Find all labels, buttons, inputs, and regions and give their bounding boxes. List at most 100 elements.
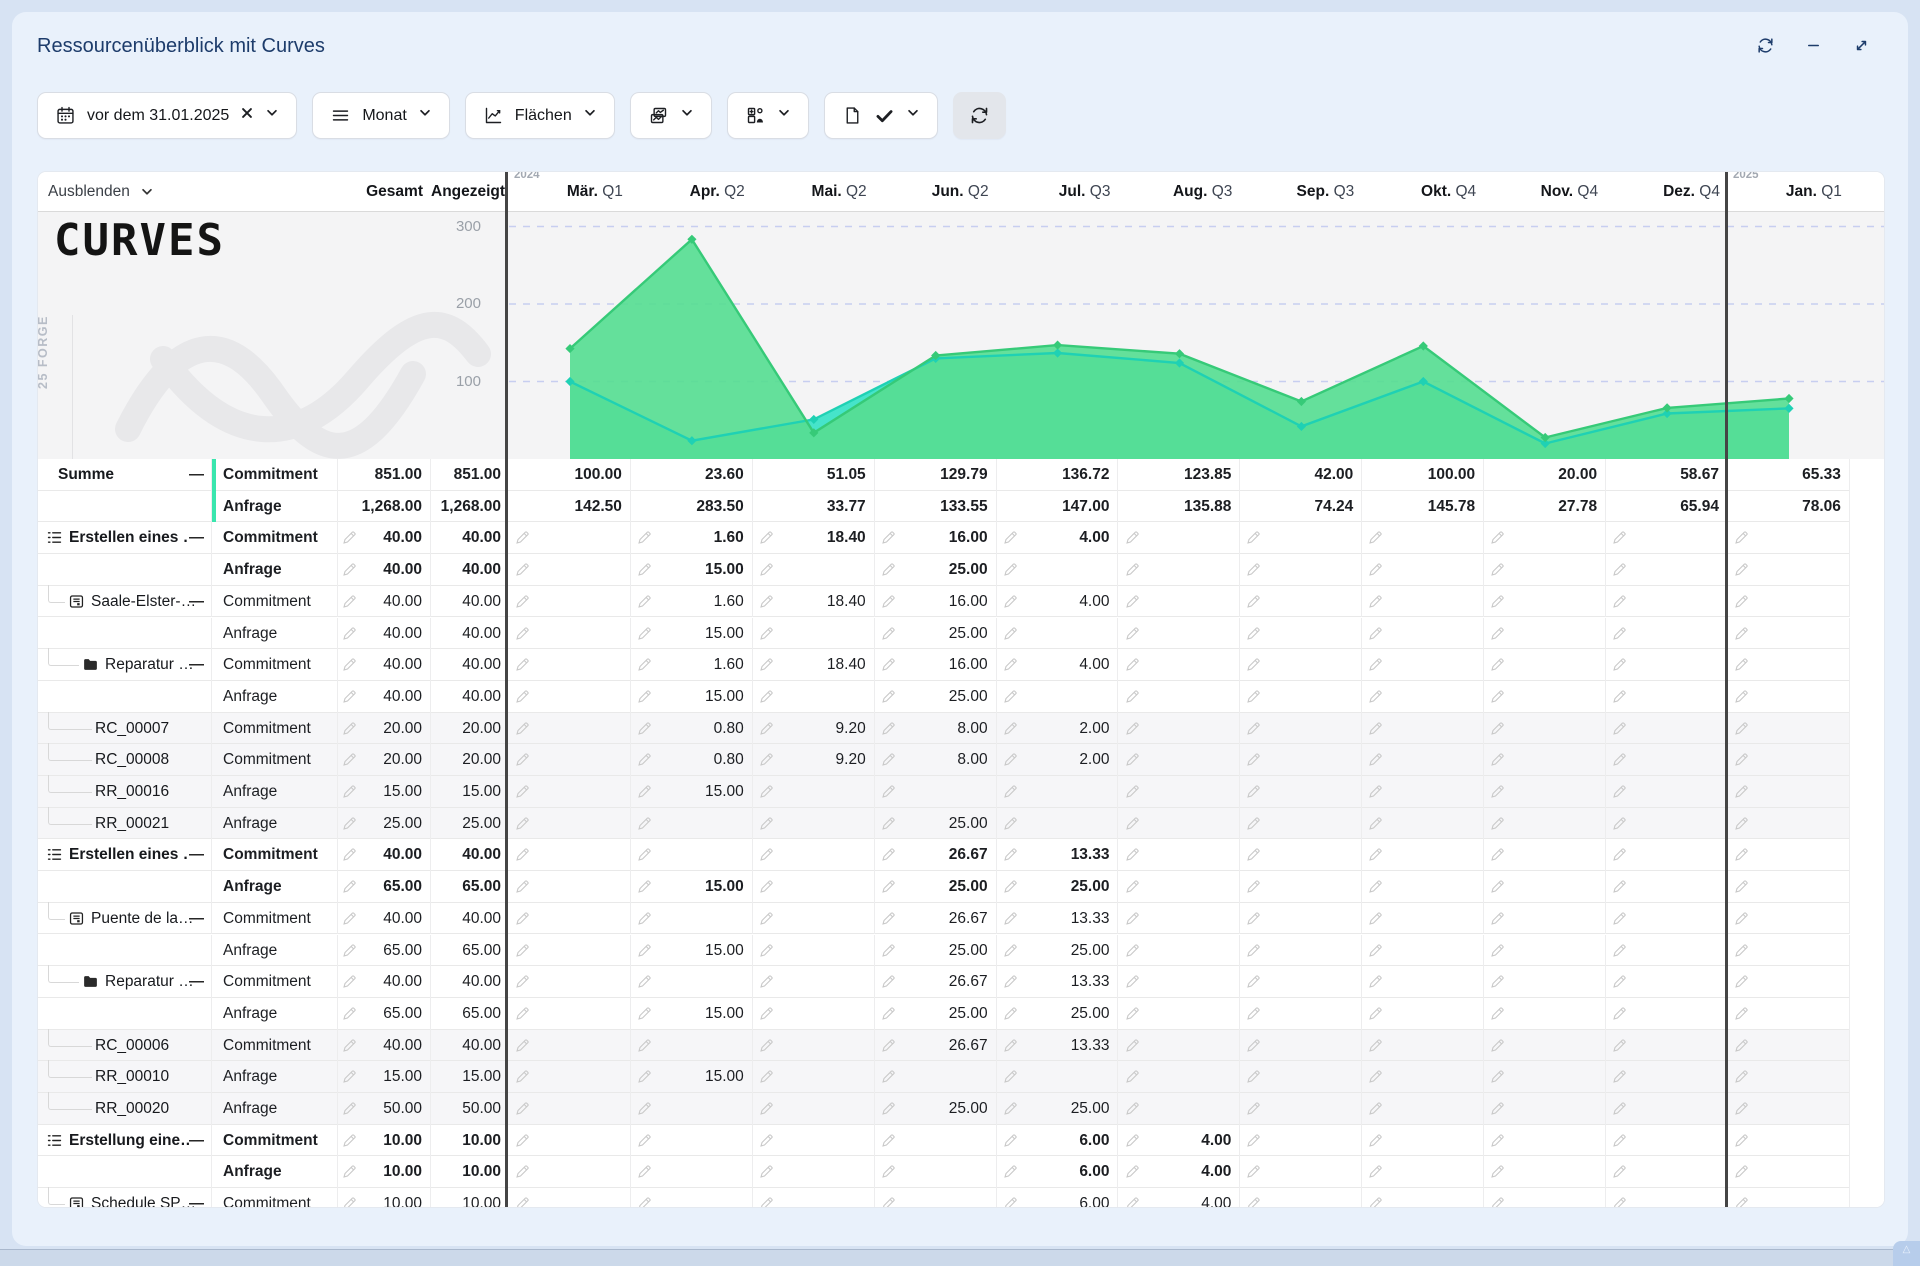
month-value-cell[interactable] — [753, 1093, 875, 1125]
edit-pencil-icon[interactable] — [880, 1068, 897, 1085]
month-value-cell[interactable]: 25.00 — [875, 998, 997, 1030]
month-value-cell[interactable] — [509, 1125, 631, 1157]
edit-pencil-icon[interactable] — [758, 878, 775, 895]
month-value-cell[interactable]: 25.00 — [875, 935, 997, 967]
month-value-cell[interactable] — [1606, 776, 1728, 808]
month-value-cell[interactable] — [509, 618, 631, 650]
gesamt-cell[interactable]: 50.00 — [338, 1093, 431, 1125]
edit-pencil-icon[interactable] — [758, 910, 775, 927]
edit-pencil-icon[interactable] — [1124, 1195, 1141, 1208]
month-value-cell[interactable] — [1362, 554, 1484, 586]
edit-pencil-icon[interactable] — [1124, 1163, 1141, 1180]
edit-pencil-icon[interactable] — [1367, 1132, 1384, 1149]
month-value-cell[interactable]: 18.40 — [753, 522, 875, 554]
month-value-cell[interactable] — [1728, 839, 1850, 871]
row-name-cell[interactable]: Erstellen eines …— — [38, 522, 212, 554]
month-value-cell[interactable] — [1484, 1188, 1606, 1208]
month-value-cell[interactable] — [1240, 966, 1362, 998]
edit-pencil-icon[interactable] — [880, 1005, 897, 1022]
gesamt-cell[interactable]: 10.00 — [338, 1156, 431, 1188]
edit-pencil-icon[interactable] — [1611, 1100, 1628, 1117]
edit-pencil-icon[interactable] — [1489, 1005, 1506, 1022]
month-value-cell[interactable]: 16.00 — [875, 649, 997, 681]
month-value-cell[interactable] — [875, 1125, 997, 1157]
edit-pencil-icon[interactable] — [1124, 625, 1141, 642]
chart-options-dropdown[interactable] — [630, 92, 712, 139]
edit-pencil-icon[interactable] — [341, 815, 358, 832]
edit-pencil-icon[interactable] — [1611, 910, 1628, 927]
edit-pencil-icon[interactable] — [514, 1132, 531, 1149]
month-value-cell[interactable] — [1119, 586, 1241, 618]
collapse-icon[interactable]: — — [189, 1125, 204, 1157]
edit-pencil-icon[interactable] — [1489, 1068, 1506, 1085]
edit-pencil-icon[interactable] — [636, 625, 653, 642]
edit-pencil-icon[interactable] — [1733, 783, 1750, 800]
edit-pencil-icon[interactable] — [1124, 815, 1141, 832]
edit-pencil-icon[interactable] — [514, 942, 531, 959]
edit-pencil-icon[interactable] — [514, 815, 531, 832]
month-value-cell[interactable]: 16.00 — [875, 522, 997, 554]
month-value-cell[interactable]: 4.00 — [997, 649, 1119, 681]
edit-pencil-icon[interactable] — [514, 878, 531, 895]
gesamt-cell[interactable]: 20.00 — [338, 744, 431, 776]
month-value-cell[interactable] — [1606, 586, 1728, 618]
gesamt-cell[interactable]: 10.00 — [338, 1125, 431, 1157]
edit-pencil-icon[interactable] — [1611, 1163, 1628, 1180]
month-value-cell[interactable] — [509, 998, 631, 1030]
month-value-cell[interactable] — [1119, 903, 1241, 935]
month-value-cell[interactable] — [1362, 966, 1484, 998]
edit-pencil-icon[interactable] — [636, 910, 653, 927]
edit-pencil-icon[interactable] — [514, 973, 531, 990]
month-value-cell[interactable]: 9.20 — [753, 744, 875, 776]
month-value-cell[interactable] — [1119, 1093, 1241, 1125]
collapse-icon[interactable]: — — [189, 522, 204, 554]
interval-dropdown[interactable]: Monat — [312, 92, 449, 139]
month-value-cell[interactable] — [1484, 744, 1606, 776]
month-value-cell[interactable] — [1606, 839, 1728, 871]
expand-icon[interactable] — [1848, 32, 1874, 58]
edit-pencil-icon[interactable] — [880, 625, 897, 642]
edit-pencil-icon[interactable] — [1245, 529, 1262, 546]
edit-pencil-icon[interactable] — [758, 973, 775, 990]
row-name-cell[interactable]: Erstellen eines …— — [38, 839, 212, 871]
edit-pencil-icon[interactable] — [341, 1100, 358, 1117]
edit-pencil-icon[interactable] — [758, 1037, 775, 1054]
display-mode-dropdown[interactable]: Flächen — [465, 92, 615, 139]
edit-pencil-icon[interactable] — [1367, 529, 1384, 546]
edit-pencil-icon[interactable] — [514, 783, 531, 800]
edit-pencil-icon[interactable] — [1245, 561, 1262, 578]
refresh-window-icon[interactable] — [1752, 32, 1778, 58]
month-value-cell[interactable]: 1.60 — [631, 586, 753, 618]
month-value-cell[interactable]: 0.80 — [631, 713, 753, 745]
edit-pencil-icon[interactable] — [636, 973, 653, 990]
edit-pencil-icon[interactable] — [1733, 625, 1750, 642]
edit-pencil-icon[interactable] — [341, 751, 358, 768]
edit-pencil-icon[interactable] — [880, 529, 897, 546]
edit-pencil-icon[interactable] — [1489, 1100, 1506, 1117]
edit-pencil-icon[interactable] — [1124, 593, 1141, 610]
month-value-cell[interactable]: 4.00 — [1119, 1156, 1241, 1188]
edit-pencil-icon[interactable] — [1245, 1195, 1262, 1208]
edit-pencil-icon[interactable] — [1733, 1068, 1750, 1085]
month-value-cell[interactable]: 26.67 — [875, 1030, 997, 1062]
month-value-cell[interactable] — [753, 776, 875, 808]
month-value-cell[interactable] — [1240, 871, 1362, 903]
month-value-cell[interactable]: 25.00 — [997, 935, 1119, 967]
edit-pencil-icon[interactable] — [341, 625, 358, 642]
month-value-cell[interactable] — [1362, 744, 1484, 776]
month-value-cell[interactable] — [1362, 903, 1484, 935]
edit-pencil-icon[interactable] — [1002, 1005, 1019, 1022]
gesamt-cell[interactable]: 40.00 — [338, 586, 431, 618]
month-value-cell[interactable] — [1362, 871, 1484, 903]
month-value-cell[interactable]: 25.00 — [875, 871, 997, 903]
month-value-cell[interactable] — [1728, 586, 1850, 618]
month-value-cell[interactable] — [631, 839, 753, 871]
month-value-cell[interactable] — [997, 618, 1119, 650]
month-value-cell[interactable] — [1362, 681, 1484, 713]
edit-pencil-icon[interactable] — [514, 656, 531, 673]
edit-pencil-icon[interactable] — [341, 783, 358, 800]
month-value-cell[interactable]: 6.00 — [997, 1156, 1119, 1188]
edit-pencil-icon[interactable] — [341, 846, 358, 863]
edit-pencil-icon[interactable] — [758, 846, 775, 863]
edit-pencil-icon[interactable] — [341, 1195, 358, 1208]
